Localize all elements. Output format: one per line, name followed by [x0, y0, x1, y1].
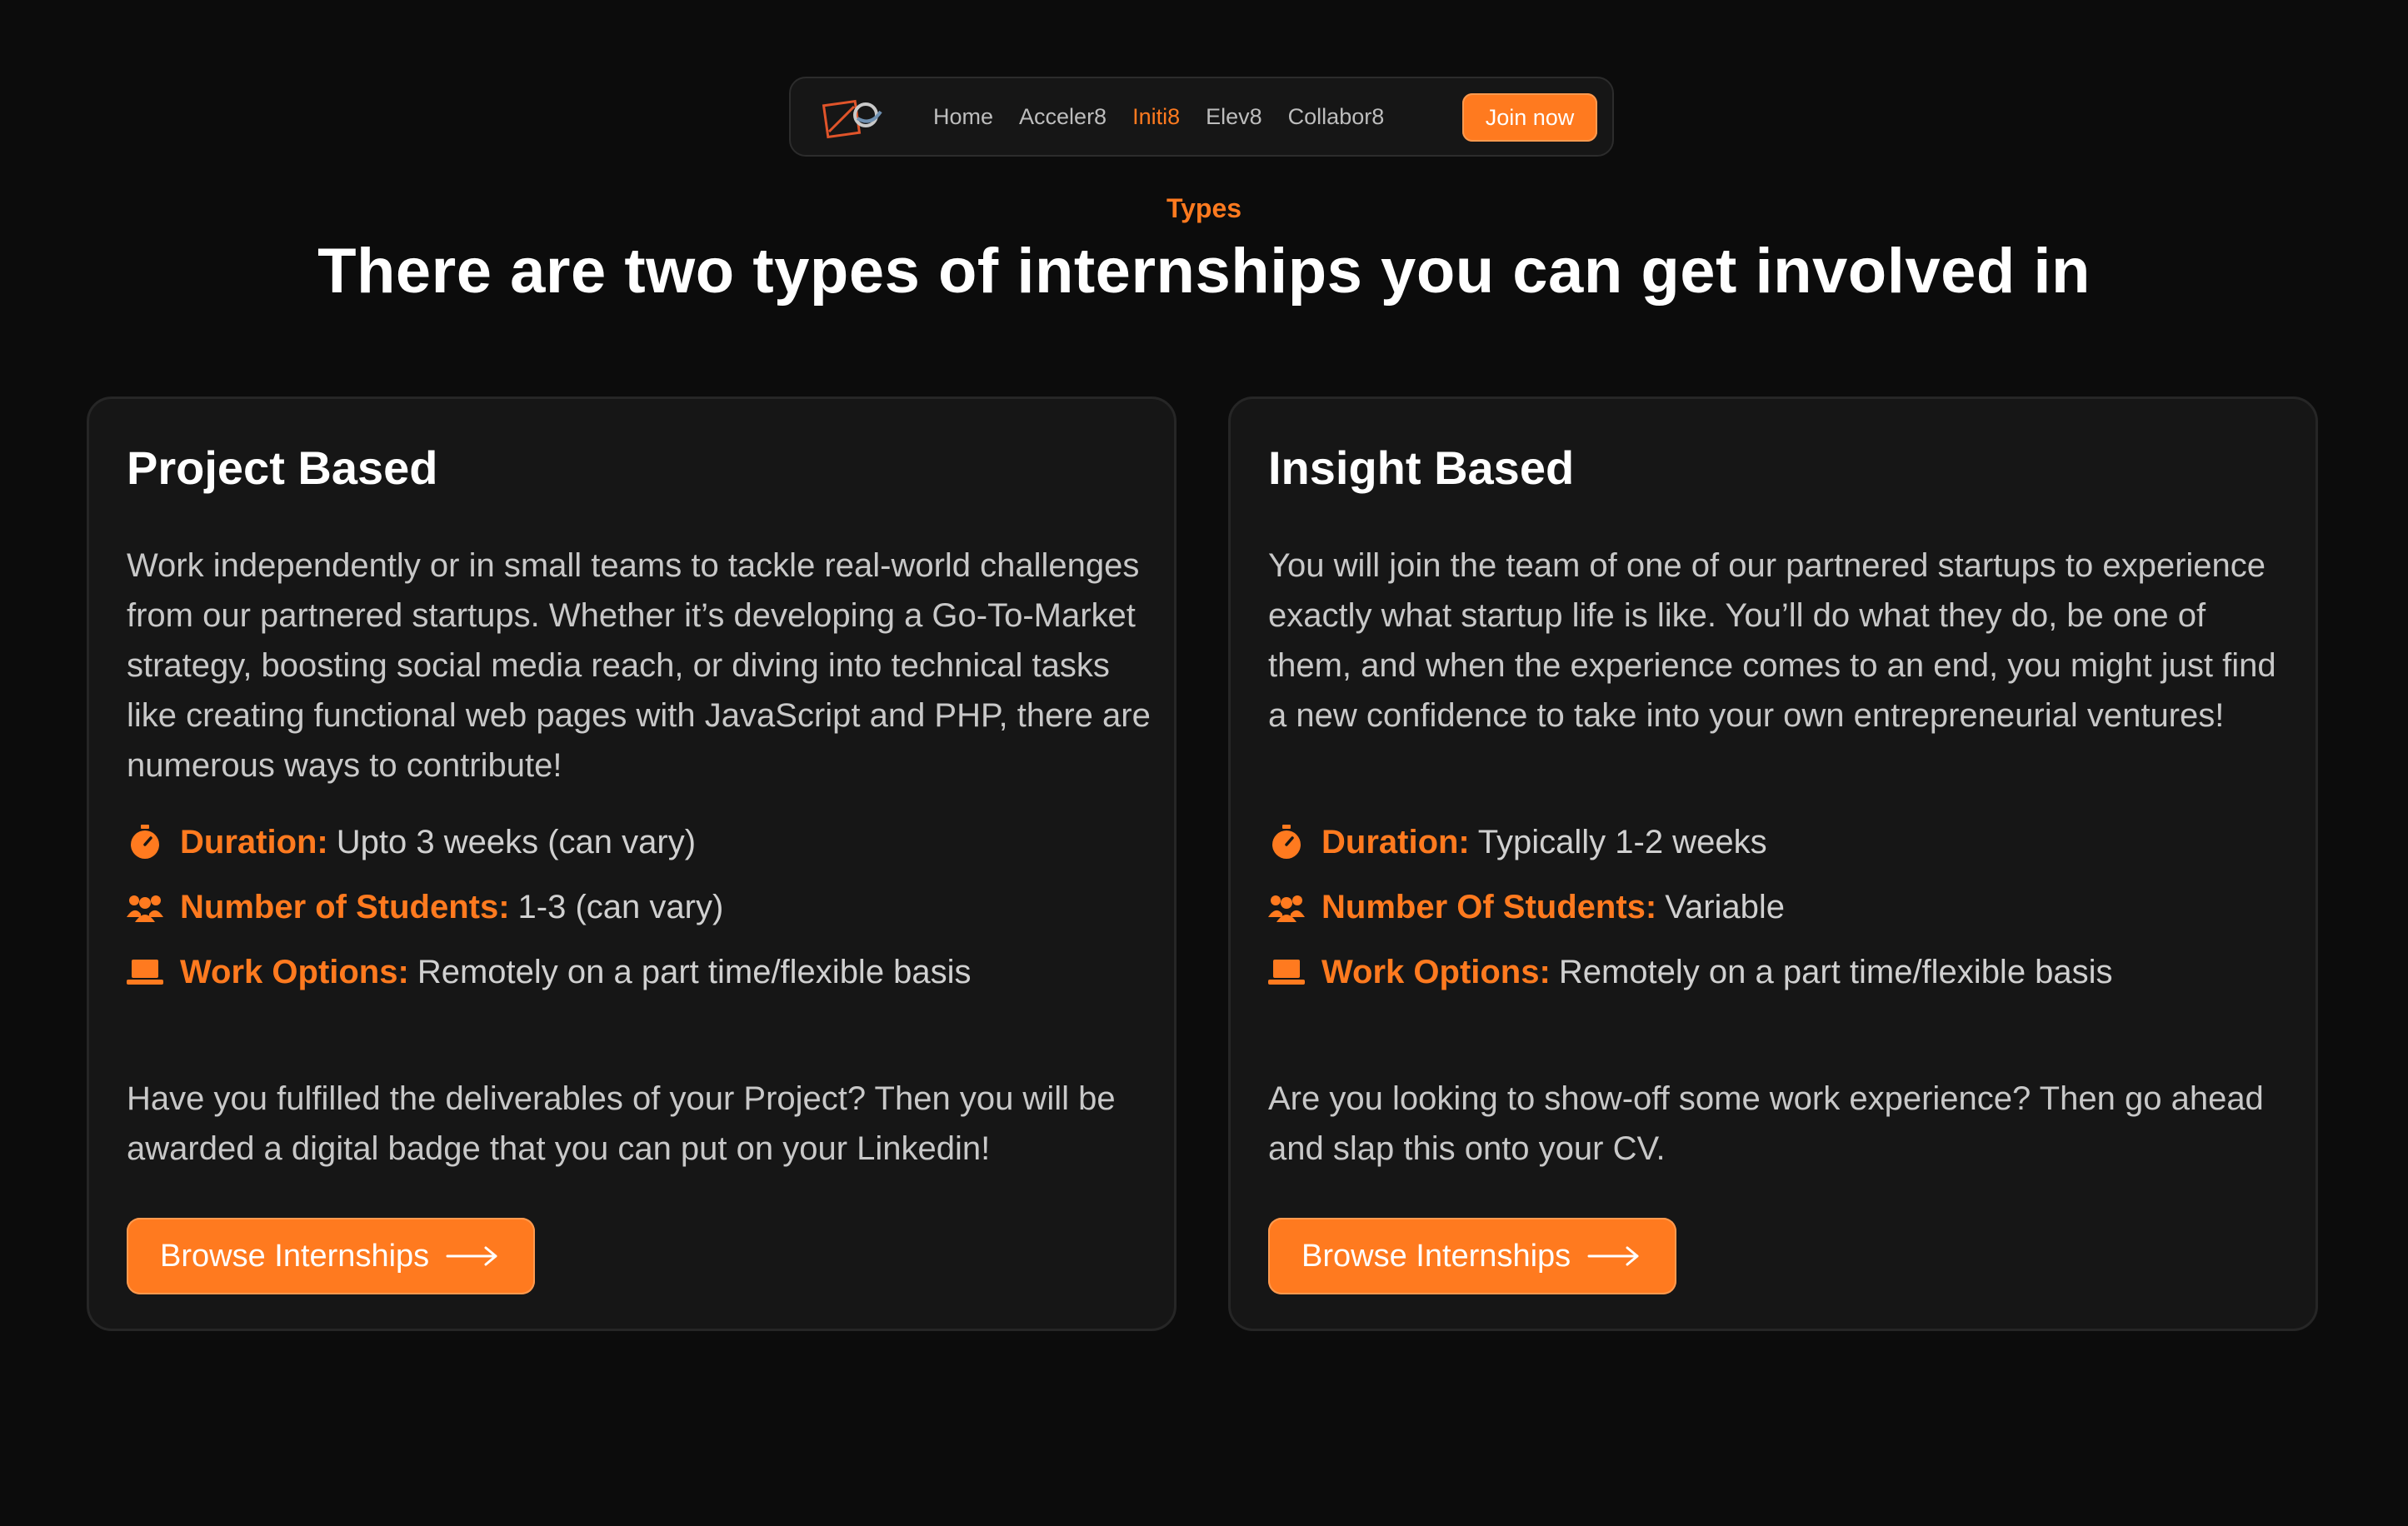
meta-duration: Duration: Upto 3 weeks (can vary)	[127, 817, 1160, 867]
meta-value: Remotely on a part time/flexible basis	[417, 953, 972, 990]
meta-work-options: Work Options: Remotely on a part time/fl…	[127, 947, 1160, 997]
laptop-icon	[1268, 954, 1305, 990]
card-footer-text: Are you looking to show-off some work ex…	[1268, 1080, 2264, 1167]
nav-link-collabor8[interactable]: Collabor8	[1288, 104, 1385, 130]
nav-link-home[interactable]: Home	[933, 104, 993, 130]
browse-internships-button[interactable]: Browse Internships	[1268, 1218, 1676, 1294]
button-label: Browse Internships	[160, 1238, 430, 1274]
arrow-right-icon	[1587, 1246, 1639, 1266]
meta-label: Duration:	[180, 823, 328, 860]
card-footer-text: Have you fulfilled the deliverables of y…	[127, 1080, 1116, 1167]
button-label: Browse Internships	[1301, 1238, 1571, 1274]
arrow-right-icon	[446, 1246, 497, 1266]
nav-link-acceler8[interactable]: Acceler8	[1019, 104, 1107, 130]
card-title: Insight Based	[1268, 441, 1575, 494]
meta-value: Upto 3 weeks (can vary)	[336, 823, 697, 860]
browse-internships-button[interactable]: Browse Internships	[127, 1218, 535, 1294]
meta-duration: Duration: Typically 1-2 weeks	[1268, 817, 2301, 867]
stopwatch-icon	[1268, 824, 1305, 860]
meta-label: Work Options:	[1321, 953, 1551, 990]
card-insight-based: Insight Based You will join the team of …	[1228, 396, 2318, 1331]
meta-students: Number of Students: 1-3 (can vary)	[127, 882, 1160, 932]
group-icon	[1268, 889, 1305, 925]
card-description: Work independently or in small teams to …	[127, 547, 1151, 784]
meta-value: Typically 1-2 weeks	[1477, 823, 1767, 860]
stopwatch-icon	[127, 824, 163, 860]
meta-value: Remotely on a part time/flexible basis	[1558, 953, 2113, 990]
meta-value: 1-3 (can vary)	[517, 888, 724, 925]
laptop-icon	[127, 954, 163, 990]
card-meta-list: Duration: Upto 3 weeks (can vary) Number…	[127, 817, 1160, 1012]
section-headline: There are two types of internships you c…	[317, 236, 2091, 307]
meta-label: Number of Students:	[180, 888, 510, 925]
meta-students: Number Of Students: Variable	[1268, 882, 2301, 932]
meta-label: Work Options:	[180, 953, 409, 990]
top-nav: Home Acceler8 Initi8 Elev8 Collabor8 Joi…	[789, 77, 1614, 157]
section-eyebrow: Types	[1166, 193, 1242, 223]
join-now-button[interactable]: Join now	[1462, 93, 1597, 142]
card-project-based: Project Based Work independently or in s…	[87, 396, 1177, 1331]
meta-label: Duration:	[1321, 823, 1470, 860]
nav-link-elev8[interactable]: Elev8	[1206, 104, 1262, 130]
meta-label: Number Of Students:	[1321, 888, 1657, 925]
nav-links: Home Acceler8 Initi8 Elev8 Collabor8	[933, 78, 1410, 155]
meta-value: Variable	[1665, 888, 1786, 925]
card-title: Project Based	[127, 441, 438, 494]
meta-work-options: Work Options: Remotely on a part time/fl…	[1268, 947, 2301, 997]
card-description: You will join the team of one of our par…	[1268, 547, 2276, 734]
nav-link-initi8[interactable]: Initi8	[1132, 104, 1180, 130]
card-meta-list: Duration: Typically 1-2 weeks Number Of …	[1268, 817, 2301, 1012]
group-icon	[127, 889, 163, 925]
brand-logo-icon[interactable]	[821, 93, 887, 142]
